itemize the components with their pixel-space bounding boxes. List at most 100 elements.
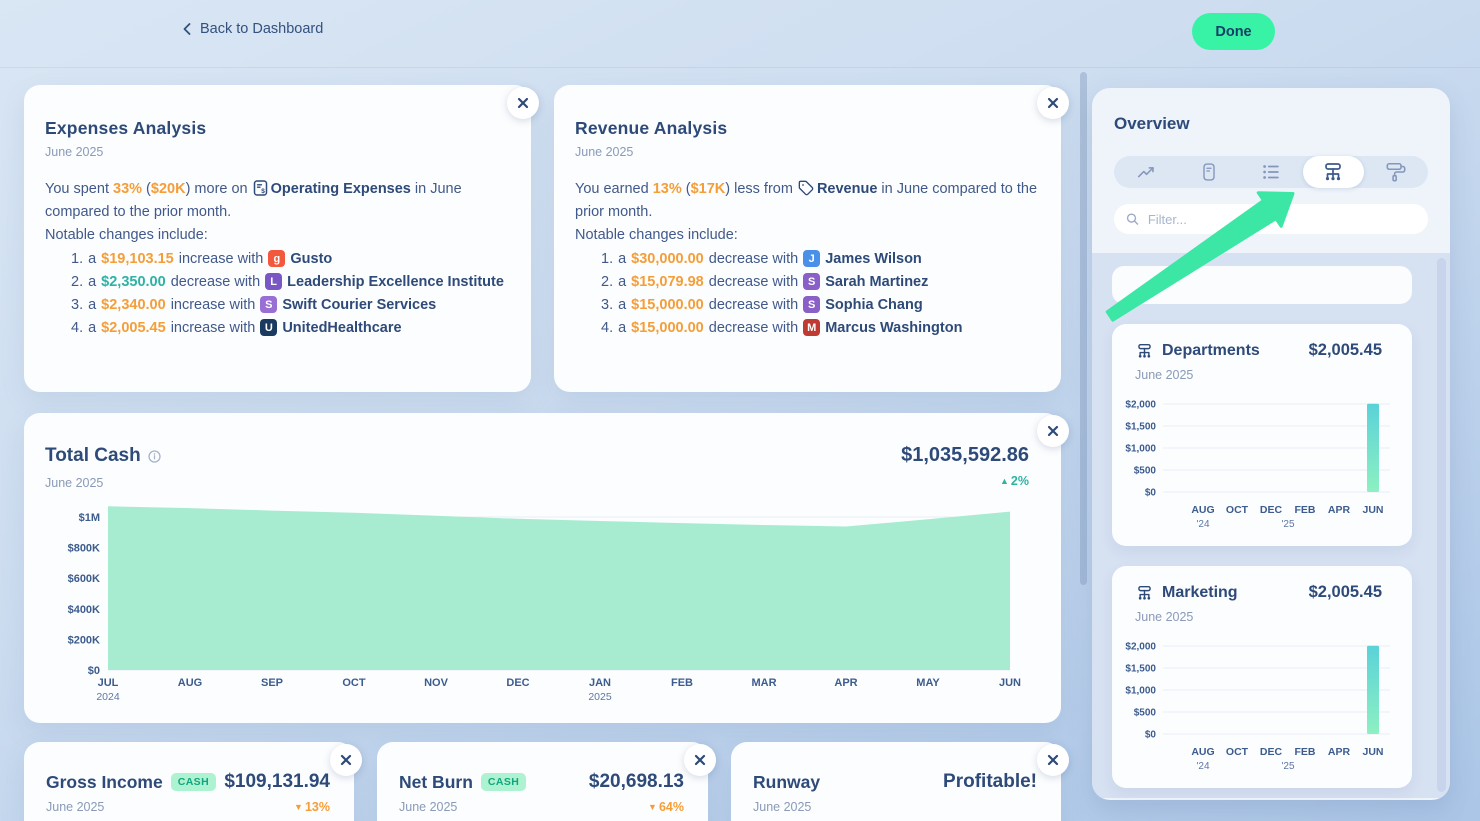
close-icon [1047,754,1059,766]
svg-text:JUN: JUN [999,677,1021,689]
vendor-link[interactable]: Swift Courier Services [282,297,436,313]
card-title: Gross Income [46,771,163,792]
partial-widget-card[interactable] [1112,266,1412,304]
widget-sidebar: Overview Filter... Departments $2,005.45… [1092,88,1450,800]
departments-widget-card[interactable]: Departments $2,005.45 June 2025 $2,000 $1… [1112,324,1412,546]
list-item: 3. a $2,340.00 increase with S Swift Courier … [71,296,437,313]
expenses-analysis-card: Expenses Analysis June 2025 You spent 33… [24,85,539,392]
customer-link[interactable]: Sarah Martinez [825,274,928,290]
close-button[interactable] [684,744,716,776]
back-label: Back to Dashboard [200,21,324,37]
vendor-link[interactable]: Leadership Excellence Institute [287,274,504,290]
card-period: June 2025 [45,476,104,490]
close-button[interactable] [1037,87,1069,119]
svg-text:JAN: JAN [589,677,611,689]
change-amount: $15,079.98 [631,273,704,290]
stat-value: Profitable! [943,771,1037,792]
change-amount: $30,000.00 [631,250,704,267]
net-burn-card: Net Burn CASH $20,698.13 June 2025 ▼ 64% [377,742,716,821]
tab-list[interactable] [1241,156,1302,188]
done-button[interactable]: Done [1192,13,1275,50]
back-to-dashboard-link[interactable]: Back to Dashboard [183,21,323,37]
tab-trend[interactable] [1116,156,1177,188]
tab-style[interactable] [1365,156,1426,188]
runway-card: Runway Profitable! June 2025 [731,742,1069,821]
list-item: 1. a $30,000.00 decrease with J James Wilson [601,250,922,267]
delta-badge: ▲ 2% [1000,474,1029,488]
departments-icon [1325,163,1342,181]
search-icon [1126,213,1139,225]
card-period: June 2025 [575,145,634,159]
svg-text:OCT: OCT [1226,504,1249,516]
customer-avatar: J [803,250,821,267]
customer-link[interactable]: Marcus Washington [825,320,962,336]
vendor-link[interactable]: Gusto [290,251,332,267]
customer-link[interactable]: Sophia Chang [825,297,922,313]
sidebar-scrollbar[interactable] [1437,258,1446,792]
revenue-change-list: 1. a $30,000.00 decrease with J James Wilson … [575,247,1037,339]
entity-link[interactable]: Operating Expenses [271,181,411,197]
change-amount: $2,350.00 [101,273,166,290]
svg-text:OCT: OCT [1226,746,1249,758]
list-item: 2. a $15,079.98 decrease with S Sarah Martine… [601,273,929,290]
svg-text:APR: APR [1328,746,1351,758]
down-triangle-icon: ▼ [648,802,657,812]
vendor-avatar: S [260,296,278,313]
close-button[interactable] [330,744,362,776]
close-button[interactable] [507,87,539,119]
close-icon [340,754,352,766]
list-icon [1263,165,1279,179]
close-icon [694,754,706,766]
svg-text:$600K: $600K [68,573,100,585]
list-item: 2. a $2,350.00 decrease with L Leadership Exc… [71,273,504,290]
svg-text:AUG: AUG [1191,746,1214,758]
svg-text:SEP: SEP [261,677,283,689]
svg-text:$400K: $400K [68,604,100,616]
notable-label: Notable changes include: [45,227,208,243]
close-button[interactable] [1037,744,1069,776]
card-title: Revenue Analysis [575,118,728,138]
svg-text:'25: '25 [1281,761,1294,772]
change-amount: $15,000.00 [631,319,704,336]
card-title: Total Cash [45,445,161,467]
svg-text:$0: $0 [1145,488,1157,499]
revenue-tag-icon [798,180,814,196]
topbar: Back to Dashboard Done [0,0,1480,68]
info-icon[interactable] [148,449,161,463]
tab-report[interactable] [1178,156,1239,188]
filter-input[interactable] [1145,210,1416,228]
card-period: June 2025 [45,145,104,159]
svg-text:$1,500: $1,500 [1125,422,1156,433]
svg-text:$1,500: $1,500 [1125,664,1156,675]
svg-text:JUL: JUL [98,677,119,689]
down-triangle-icon: ▼ [294,802,303,812]
widget-type-tabs [1114,156,1428,188]
svg-text:$0: $0 [1145,730,1157,741]
close-button[interactable] [1037,415,1069,447]
svg-text:$2,000: $2,000 [1125,642,1156,653]
widget-period: June 2025 [1135,368,1194,382]
widget-title: Marketing [1162,583,1238,601]
customer-link[interactable]: James Wilson [825,251,922,267]
entity-link[interactable]: Revenue [817,181,877,197]
svg-text:$500: $500 [1134,466,1157,477]
vendor-link[interactable]: UnitedHealthcare [282,320,401,336]
gross-income-card: Gross Income CASH $109,131.94 June 2025 … [24,742,362,821]
main-scrollbar[interactable] [1080,72,1087,585]
list-item: 3. a $15,000.00 decrease with S Sophia Chang [601,296,923,313]
svg-text:MAY: MAY [916,677,940,689]
widget-list: Departments $2,005.45 June 2025 $2,000 $1… [1092,253,1450,798]
svg-text:DEC: DEC [1260,746,1283,758]
svg-text:APR: APR [834,677,857,689]
tab-departments[interactable] [1302,156,1364,188]
delta-badge: ▼ 64% [648,800,684,814]
svg-text:DEC: DEC [1260,504,1283,516]
svg-text:AUG: AUG [178,677,202,689]
svg-text:$200K: $200K [68,634,100,646]
amount-highlight: $17K [690,181,726,197]
close-icon [517,97,529,109]
list-item: 1. a $19,103.15 increase with g Gusto [71,250,333,267]
svg-text:$: $ [261,188,265,195]
sidebar-header: Overview [1092,88,1450,234]
marketing-widget-card[interactable]: Marketing $2,005.45 June 2025 $2,000 $1,5… [1112,566,1412,788]
